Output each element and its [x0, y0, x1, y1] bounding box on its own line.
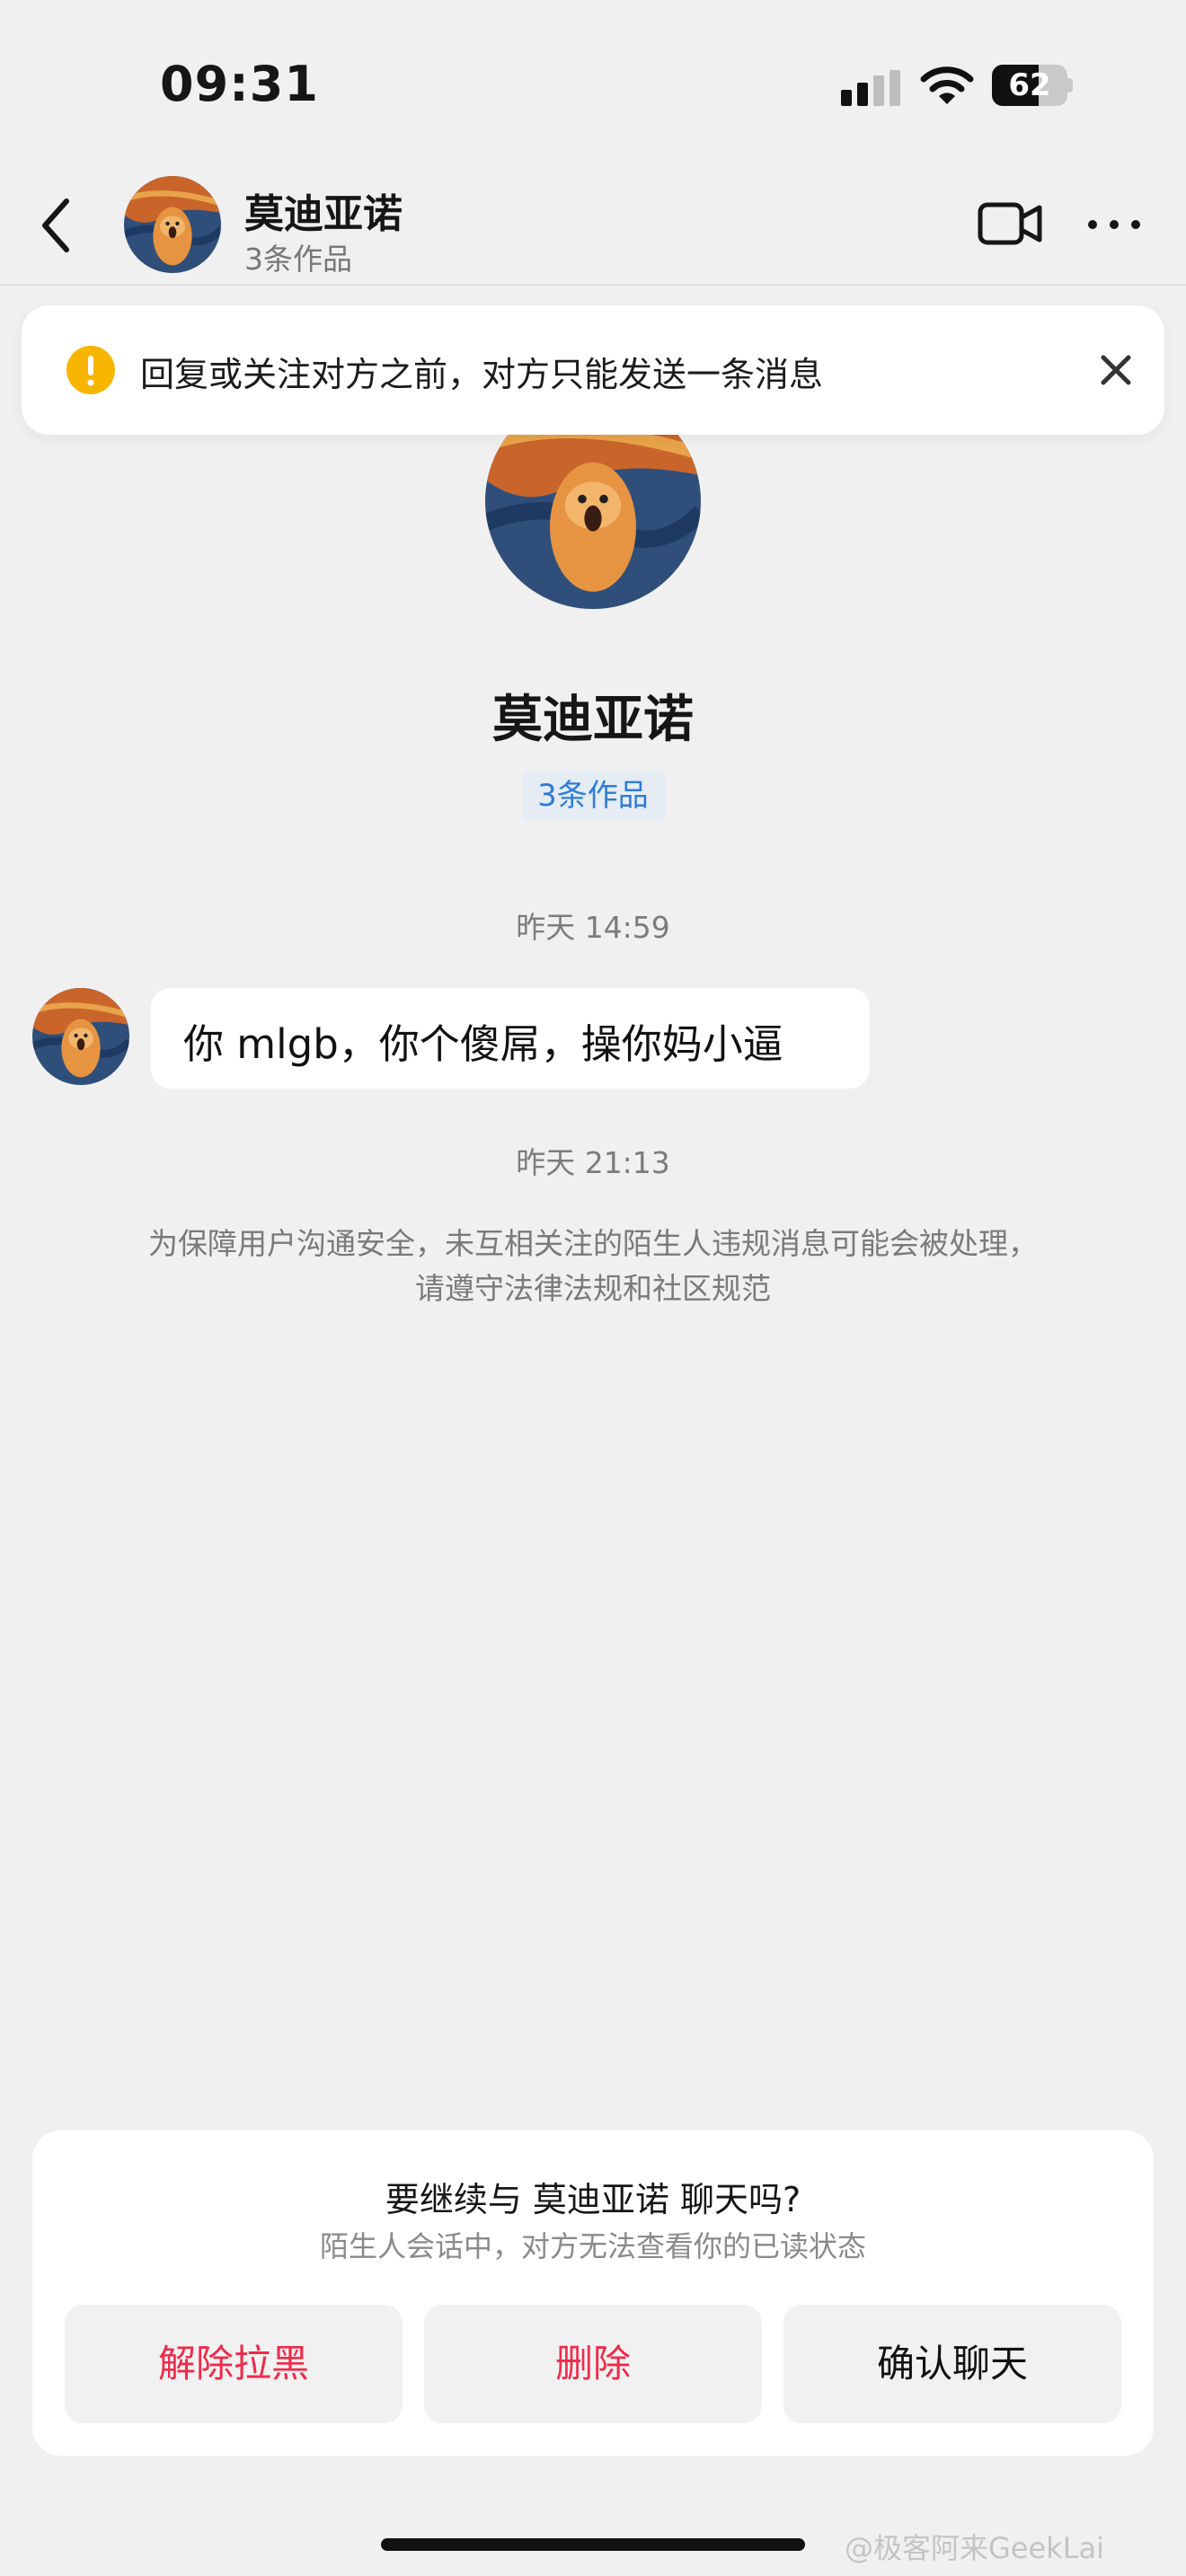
more-options-icon[interactable]	[1085, 210, 1143, 239]
header-divider	[0, 284, 1186, 286]
watermark: @极客阿来GeekLai	[845, 2531, 1105, 2565]
profile-name: 莫迪亚诺	[492, 691, 694, 749]
video-call-icon[interactable]	[978, 199, 1042, 248]
back-icon[interactable]	[34, 194, 79, 257]
contact-name[interactable]: 莫迪亚诺	[244, 181, 403, 239]
cellular-signal-icon	[841, 70, 900, 106]
battery-level: 62	[1008, 67, 1051, 103]
wifi-icon	[920, 66, 974, 104]
warning-icon	[66, 346, 115, 394]
timestamp: 昨天 14:59	[516, 910, 670, 945]
sender-avatar[interactable]	[32, 988, 129, 1085]
timestamp: 昨天 21:13	[516, 1145, 670, 1180]
prompt-title: 要继续与 莫迪亚诺 聊天吗?	[385, 2180, 801, 2219]
status-time: 09:31	[160, 56, 319, 112]
header-avatar[interactable]	[124, 176, 221, 273]
prompt-subtitle: 陌生人会话中，对方无法查看你的已读状态	[319, 2229, 866, 2263]
banner-text: 回复或关注对方之前，对方只能发送一条消息	[140, 355, 824, 394]
battery-icon: 62	[992, 65, 1073, 106]
delete-button[interactable]: 删除	[424, 2305, 762, 2423]
contact-works-count: 3条作品	[244, 242, 352, 277]
close-icon[interactable]	[1098, 352, 1134, 388]
message-text: 你 mlgb，你个傻屌，操你妈小逼	[183, 1020, 783, 1068]
works-count-badge[interactable]: 3条作品	[521, 771, 665, 821]
confirm-chat-button[interactable]: 确认聊天	[783, 2305, 1121, 2423]
home-indicator[interactable]	[381, 2538, 805, 2551]
unblock-button[interactable]: 解除拉黑	[65, 2305, 403, 2423]
system-notice: 为保障用户沟通安全，未互相关注的陌生人违规消息可能会被处理，请遵守法律法规和社区…	[148, 1226, 1038, 1306]
